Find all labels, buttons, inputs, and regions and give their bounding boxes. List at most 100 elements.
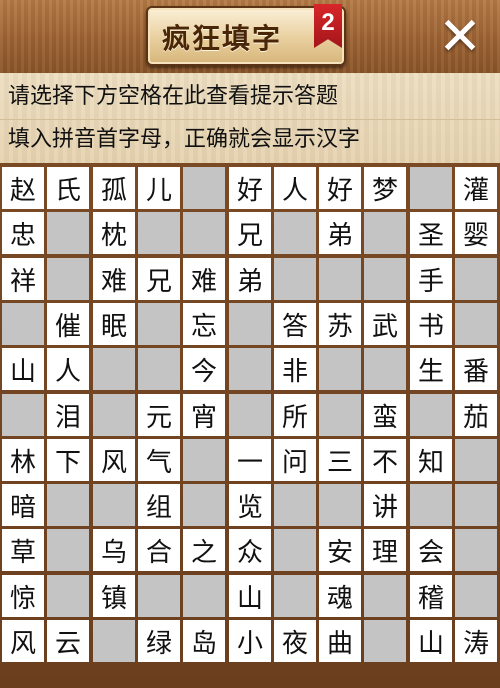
grid-cell-empty[interactable] (47, 258, 89, 300)
grid-cell-filled[interactable]: 气 (138, 439, 180, 481)
grid-cell-filled[interactable]: 风 (93, 439, 135, 481)
grid-cell-filled[interactable]: 苏 (319, 303, 361, 345)
grid-cell-filled[interactable]: 知 (410, 439, 452, 481)
grid-cell-empty[interactable] (183, 439, 225, 481)
grid-cell-filled[interactable]: 氏 (47, 167, 89, 209)
grid-cell-empty[interactable] (274, 212, 316, 254)
grid-cell-filled[interactable]: 人 (274, 167, 316, 209)
grid-cell-filled[interactable]: 元 (138, 394, 180, 436)
grid-cell-filled[interactable]: 答 (274, 303, 316, 345)
grid-cell-empty[interactable] (364, 258, 406, 300)
grid-cell-filled[interactable]: 今 (183, 348, 225, 390)
grid-cell-filled[interactable]: 绿 (138, 620, 180, 662)
grid-cell-filled[interactable]: 儿 (138, 167, 180, 209)
grid-cell-empty[interactable] (319, 394, 361, 436)
grid-cell-filled[interactable]: 孤 (93, 167, 135, 209)
grid-cell-filled[interactable]: 组 (138, 484, 180, 526)
grid-cell-filled[interactable]: 山 (410, 620, 452, 662)
grid-cell-filled[interactable]: 之 (183, 529, 225, 571)
grid-cell-filled[interactable]: 兄 (229, 212, 271, 254)
grid-cell-filled[interactable]: 枕 (93, 212, 135, 254)
grid-cell-empty[interactable] (183, 575, 225, 617)
grid-cell-empty[interactable] (138, 348, 180, 390)
grid-cell-empty[interactable] (364, 575, 406, 617)
grid-cell-filled[interactable]: 稽 (410, 575, 452, 617)
grid-cell-empty[interactable] (274, 575, 316, 617)
grid-cell-filled[interactable]: 梦 (364, 167, 406, 209)
grid-cell-empty[interactable] (47, 529, 89, 571)
grid-cell-filled[interactable]: 涛 (455, 620, 497, 662)
grid-cell-filled[interactable]: 蛮 (364, 394, 406, 436)
grid-cell-filled[interactable]: 武 (364, 303, 406, 345)
grid-cell-empty[interactable] (410, 167, 452, 209)
grid-cell-filled[interactable]: 岛 (183, 620, 225, 662)
grid-cell-filled[interactable]: 魂 (319, 575, 361, 617)
grid-cell-filled[interactable]: 览 (229, 484, 271, 526)
grid-cell-filled[interactable]: 难 (183, 258, 225, 300)
grid-cell-filled[interactable]: 山 (2, 348, 44, 390)
grid-cell-empty[interactable] (183, 212, 225, 254)
grid-cell-empty[interactable] (455, 303, 497, 345)
grid-cell-filled[interactable]: 安 (319, 529, 361, 571)
grid-cell-filled[interactable]: 惊 (2, 575, 44, 617)
grid-cell-filled[interactable]: 忠 (2, 212, 44, 254)
grid-cell-empty[interactable] (47, 484, 89, 526)
grid-cell-filled[interactable]: 三 (319, 439, 361, 481)
grid-cell-empty[interactable] (410, 394, 452, 436)
grid-cell-filled[interactable]: 小 (229, 620, 271, 662)
grid-cell-filled[interactable]: 镇 (93, 575, 135, 617)
grid-cell-empty[interactable] (364, 348, 406, 390)
grid-cell-filled[interactable]: 好 (319, 167, 361, 209)
close-icon[interactable]: ✕ (432, 10, 488, 66)
grid-cell-filled[interactable]: 暗 (2, 484, 44, 526)
grid-cell-empty[interactable] (274, 258, 316, 300)
grid-cell-empty[interactable] (274, 529, 316, 571)
grid-cell-filled[interactable]: 讲 (364, 484, 406, 526)
grid-cell-filled[interactable]: 众 (229, 529, 271, 571)
grid-cell-filled[interactable]: 催 (47, 303, 89, 345)
grid-cell-empty[interactable] (138, 212, 180, 254)
grid-cell-filled[interactable]: 不 (364, 439, 406, 481)
grid-cell-empty[interactable] (319, 484, 361, 526)
grid-cell-filled[interactable]: 茄 (455, 394, 497, 436)
grid-cell-filled[interactable]: 人 (47, 348, 89, 390)
grid-cell-filled[interactable]: 圣 (410, 212, 452, 254)
grid-cell-empty[interactable] (410, 484, 452, 526)
grid-cell-filled[interactable]: 兄 (138, 258, 180, 300)
grid-cell-empty[interactable] (364, 620, 406, 662)
grid-cell-empty[interactable] (47, 212, 89, 254)
grid-cell-filled[interactable]: 书 (410, 303, 452, 345)
grid-cell-empty[interactable] (319, 348, 361, 390)
grid-cell-filled[interactable]: 非 (274, 348, 316, 390)
grid-cell-filled[interactable]: 宵 (183, 394, 225, 436)
grid-cell-empty[interactable] (455, 529, 497, 571)
grid-cell-filled[interactable]: 合 (138, 529, 180, 571)
grid-cell-empty[interactable] (183, 167, 225, 209)
grid-cell-filled[interactable]: 生 (410, 348, 452, 390)
grid-cell-filled[interactable]: 眠 (93, 303, 135, 345)
grid-cell-empty[interactable] (229, 394, 271, 436)
grid-cell-empty[interactable] (455, 258, 497, 300)
grid-cell-empty[interactable] (138, 303, 180, 345)
grid-cell-filled[interactable]: 弟 (319, 212, 361, 254)
grid-cell-empty[interactable] (2, 394, 44, 436)
grid-cell-filled[interactable]: 云 (47, 620, 89, 662)
grid-cell-filled[interactable]: 曲 (319, 620, 361, 662)
grid-cell-filled[interactable]: 泪 (47, 394, 89, 436)
grid-cell-empty[interactable] (183, 484, 225, 526)
grid-cell-empty[interactable] (138, 575, 180, 617)
grid-cell-empty[interactable] (455, 484, 497, 526)
grid-cell-filled[interactable]: 理 (364, 529, 406, 571)
grid-cell-filled[interactable]: 林 (2, 439, 44, 481)
grid-cell-filled[interactable]: 赵 (2, 167, 44, 209)
grid-cell-filled[interactable]: 忘 (183, 303, 225, 345)
grid-cell-empty[interactable] (364, 212, 406, 254)
grid-cell-empty[interactable] (93, 620, 135, 662)
grid-cell-filled[interactable]: 灌 (455, 167, 497, 209)
grid-cell-empty[interactable] (229, 348, 271, 390)
grid-cell-empty[interactable] (47, 575, 89, 617)
grid-cell-filled[interactable]: 问 (274, 439, 316, 481)
grid-cell-filled[interactable]: 手 (410, 258, 452, 300)
grid-cell-filled[interactable]: 祥 (2, 258, 44, 300)
grid-cell-filled[interactable]: 山 (229, 575, 271, 617)
